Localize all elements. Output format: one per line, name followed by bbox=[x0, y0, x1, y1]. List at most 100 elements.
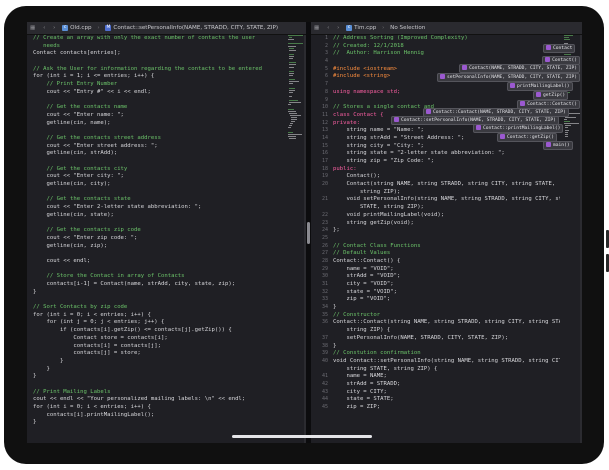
code-line[interactable]: 30 strAdd = "VOID"; bbox=[311, 273, 560, 281]
code-line[interactable] bbox=[27, 158, 284, 166]
code-line[interactable]: if (contacts[i].getZip() <= contacts[j].… bbox=[27, 327, 284, 335]
code-line[interactable]: contacts[j] = store; bbox=[27, 350, 284, 358]
code-line[interactable] bbox=[27, 220, 284, 228]
chevron-left-icon[interactable]: ‹ bbox=[43, 22, 45, 34]
code-line[interactable]: Contact contacts[entries]; bbox=[27, 50, 284, 58]
code-line[interactable]: 17 string zip = "Zip Code: "; bbox=[311, 158, 560, 166]
minimap[interactable] bbox=[286, 35, 306, 145]
code-line[interactable]: 39 // Constution confirmation bbox=[311, 350, 560, 358]
symbol-popover-item[interactable]: Contact(NAME, STRADD, CITY, STATE, ZIP) bbox=[459, 64, 580, 73]
symbol-popover-item[interactable]: Contact::printMailingLabel() bbox=[473, 124, 564, 133]
code-line[interactable]: 35 // Constructor bbox=[311, 312, 560, 320]
code-line[interactable]: // Get the contacts street address bbox=[27, 135, 284, 143]
symbol-popover-item[interactable]: main() bbox=[543, 141, 573, 150]
code-line[interactable]: // Print Entry Number bbox=[27, 81, 284, 89]
code-line[interactable]: getline(cin, state); bbox=[27, 212, 284, 220]
code-line[interactable] bbox=[27, 266, 284, 274]
chevron-right-icon[interactable]: › bbox=[337, 22, 339, 34]
code-line[interactable]: 23 string getZip(void); bbox=[311, 220, 560, 228]
code-line[interactable]: // Sort Contacts by zip code bbox=[27, 304, 284, 312]
code-line[interactable]: } bbox=[27, 366, 284, 374]
code-line[interactable]: 45 zip = ZIP; bbox=[311, 404, 560, 412]
code-line[interactable]: 27 // Default Values bbox=[311, 250, 560, 258]
code-line[interactable]: 44 state = STATE; bbox=[311, 396, 560, 404]
code-line[interactable]: } bbox=[27, 358, 284, 366]
code-line[interactable]: 1 // Address Sorting (Improved Complexity… bbox=[311, 35, 560, 43]
code-line[interactable]: // Print Mailing Labels bbox=[27, 389, 284, 397]
jump-bar[interactable]: ▦ ‹ › c Tim.cpp › No Selection bbox=[311, 22, 582, 35]
code-line[interactable]: 16 string state = "2-letter state abbrev… bbox=[311, 150, 560, 158]
code-editor[interactable]: // Create an array with only the exact n… bbox=[27, 35, 284, 443]
code-line[interactable]: string STATE, string ZIP) { bbox=[311, 366, 560, 374]
code-line[interactable] bbox=[27, 189, 284, 197]
code-line[interactable]: 38} bbox=[311, 343, 560, 351]
code-line[interactable]: for (int j = 0; j < entries; j++) { bbox=[27, 319, 284, 327]
code-line[interactable]: Contact store = contacts[i]; bbox=[27, 335, 284, 343]
code-line[interactable]: contacts[i] = contacts[j]; bbox=[27, 343, 284, 351]
code-line[interactable]: 28 Contact::Contact() { bbox=[311, 258, 560, 266]
file-crumb[interactable]: c Old.cpp bbox=[60, 22, 93, 34]
code-line[interactable]: 40 void Contact::setPersonalInfo(string N… bbox=[311, 358, 560, 366]
scroll-track[interactable] bbox=[580, 35, 582, 443]
grid-icon[interactable]: ▦ bbox=[30, 22, 35, 34]
code-line[interactable]: 21 void setPersonalInfo(string NAME, str… bbox=[311, 196, 560, 204]
code-line[interactable]: 29 name = "VOID"; bbox=[311, 266, 560, 274]
code-line[interactable]: getline(cin, city); bbox=[27, 181, 284, 189]
jump-bar[interactable]: ▦ ‹ › c Old.cpp › M Contact::setPersonalIn… bbox=[27, 22, 306, 35]
code-line[interactable]: 22 void printMailingLabel(void); bbox=[311, 212, 560, 220]
code-line[interactable]: 19 Contact(); bbox=[311, 173, 560, 181]
code-line[interactable]: // Ask the User for information regardin… bbox=[27, 66, 284, 74]
code-line[interactable]: contacts[i-1] = Contact(name, strAdd, ci… bbox=[27, 281, 284, 289]
code-line[interactable]: 41 name = NAME; bbox=[311, 373, 560, 381]
code-line[interactable]: // Get the contacts city bbox=[27, 166, 284, 174]
code-line[interactable]: } bbox=[27, 419, 284, 427]
code-line[interactable]: 3 // Author: Harrison Hennig bbox=[311, 50, 560, 58]
code-line[interactable]: // Store the Contact in array of Contact… bbox=[27, 273, 284, 281]
code-line[interactable]: 2 // Created: 12/1/2018 bbox=[311, 43, 560, 51]
code-line[interactable]: 25 bbox=[311, 235, 560, 243]
code-line[interactable]: cout << endl; bbox=[27, 258, 284, 266]
code-line[interactable]: for (int i = 0; i < entries; i++) { bbox=[27, 404, 284, 412]
code-line[interactable]: cout << "Entry #" << i << endl; bbox=[27, 89, 284, 97]
code-line[interactable]: 34} bbox=[311, 304, 560, 312]
code-line[interactable]: 31 city = "VOID"; bbox=[311, 281, 560, 289]
chevron-right-icon[interactable]: › bbox=[53, 22, 55, 34]
code-line[interactable]: // Get the contacts state bbox=[27, 196, 284, 204]
code-line[interactable]: } bbox=[27, 373, 284, 381]
code-line[interactable]: getline(cin, zip); bbox=[27, 243, 284, 251]
code-line[interactable]: string ZIP); bbox=[311, 189, 560, 197]
code-line[interactable]: 15 string city = "City: "; bbox=[311, 143, 560, 151]
symbol-crumb[interactable]: M Contact::setPersonalInfo(NAME, STRADD, … bbox=[103, 22, 280, 34]
code-line[interactable]: needs bbox=[27, 43, 284, 51]
code-line[interactable] bbox=[27, 97, 284, 105]
code-line[interactable] bbox=[27, 250, 284, 258]
code-line[interactable]: for (int i = 1; i <= entries; i++) { bbox=[27, 73, 284, 81]
code-line[interactable]: string ZIP) { bbox=[311, 327, 560, 335]
symbol-crumb[interactable]: No Selection bbox=[388, 22, 427, 34]
home-indicator[interactable] bbox=[232, 435, 372, 438]
code-line[interactable] bbox=[27, 381, 284, 389]
code-editor[interactable]: 1 // Address Sorting (Improved Complexity… bbox=[311, 35, 560, 443]
code-line[interactable]: cout << "Enter 2-letter state abbreviati… bbox=[27, 204, 284, 212]
code-line[interactable]: 24}; bbox=[311, 227, 560, 235]
code-line[interactable]: cout << "Enter zip code: "; bbox=[27, 235, 284, 243]
code-line[interactable]: 33 zip = "VOID"; bbox=[311, 296, 560, 304]
code-line[interactable]: 37 setPersonalInfo(NAME, STRADD, CITY, S… bbox=[311, 335, 560, 343]
code-line[interactable]: cout << "Enter name: "; bbox=[27, 112, 284, 120]
code-line[interactable] bbox=[27, 58, 284, 66]
code-line[interactable]: 42 strAdd = STRADD; bbox=[311, 381, 560, 389]
code-line[interactable]: 18 public: bbox=[311, 166, 560, 174]
symbol-popover-item[interactable]: getZip() bbox=[533, 91, 569, 100]
code-line[interactable]: for (int i = 0; i < entries; i++) { bbox=[27, 312, 284, 320]
symbol-popover-item[interactable]: setPersonalInfo(NAME, STRADD, CITY, STAT… bbox=[437, 73, 580, 82]
code-line[interactable]: } bbox=[27, 289, 284, 297]
code-line[interactable]: // Get the contacts name bbox=[27, 104, 284, 112]
code-line[interactable]: 36 Contact::Contact(string NAME, string S… bbox=[311, 319, 560, 327]
code-line[interactable]: STATE, string ZIP); bbox=[311, 204, 560, 212]
code-line[interactable]: // Create an array with only the exact n… bbox=[27, 35, 284, 43]
code-line[interactable]: 32 state = "VOID"; bbox=[311, 289, 560, 297]
code-line[interactable]: getline(cin, strAdd); bbox=[27, 150, 284, 158]
grid-icon[interactable]: ▦ bbox=[314, 22, 319, 34]
code-line[interactable]: getline(cin, name); bbox=[27, 120, 284, 128]
file-crumb[interactable]: c Tim.cpp bbox=[344, 22, 378, 34]
